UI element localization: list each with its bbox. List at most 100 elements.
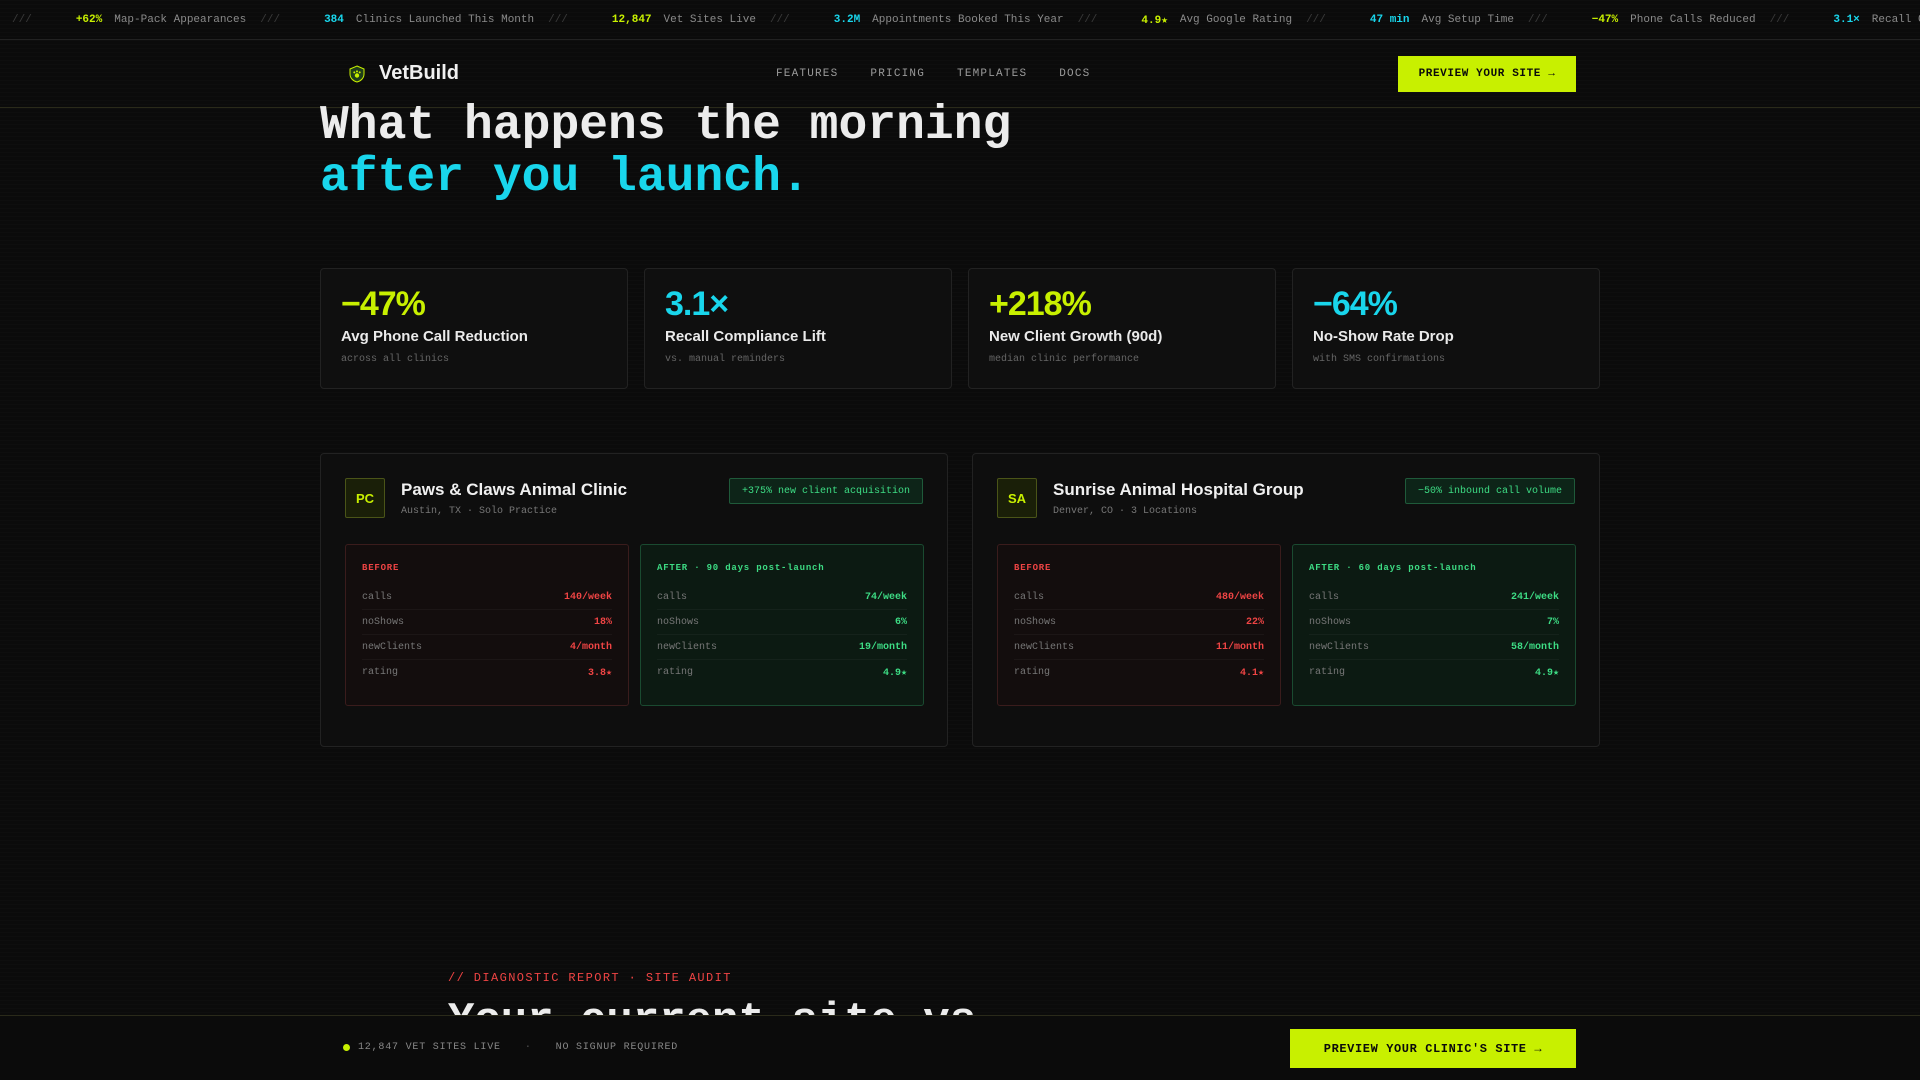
- clinic-location: Denver, CO · 3 Locations: [1053, 506, 1198, 517]
- ticker-label: Avg Google Rating: [1179, 13, 1293, 26]
- nav-link-pricing[interactable]: PRICING: [870, 68, 925, 80]
- metric-name: rating: [1014, 667, 1051, 678]
- brand[interactable]: VetBuild: [349, 62, 459, 85]
- live-status: 12,847 VET SITES LIVE · NO SIGNUP REQUIR…: [343, 1042, 678, 1053]
- ticker-separator: ///: [260, 13, 281, 26]
- result-badge: +375% new client acquisition: [728, 478, 923, 504]
- metric-value: 58/month: [1510, 641, 1559, 653]
- ticker-item: /// 12,847 Vet Sites Live: [548, 14, 770, 26]
- no-signup-text: NO SIGNUP REQUIRED: [555, 1042, 679, 1053]
- nav-link-features[interactable]: FEATURES: [776, 68, 838, 80]
- metric-row: newClients 19/month: [657, 635, 907, 660]
- metric-value: 19/month: [858, 641, 907, 653]
- after-panel: AFTER · 60 days post-launch calls 241/week…: [1292, 544, 1576, 706]
- metric-row: newClients 58/month: [1309, 635, 1559, 660]
- metric-value: 7%: [1546, 616, 1559, 628]
- ticker-separator: ///: [769, 13, 790, 26]
- before-panel-title: BEFORE: [1014, 563, 1052, 573]
- metric-name: noShows: [657, 616, 700, 628]
- metric-name: noShows: [1014, 616, 1057, 628]
- stat-subtitle: vs. manual reminders: [665, 354, 786, 365]
- stat-subtitle: median clinic performance: [989, 354, 1140, 365]
- status-dot-icon: [343, 1044, 350, 1051]
- preview-site-button[interactable]: PREVIEW YOUR SITE →: [1398, 56, 1576, 92]
- metric-row: noShows 6%: [657, 610, 907, 635]
- ticker-separator: ///: [12, 13, 32, 26]
- ticker-label: Vet Sites Live: [663, 13, 756, 26]
- ticker-item: /// 47 min Avg Setup Time: [1306, 14, 1528, 26]
- metric-name: newClients: [657, 641, 718, 653]
- ticker-label: Clinics Launched This Month: [355, 13, 535, 26]
- clinic-name: Sunrise Animal Hospital Group: [1053, 480, 1304, 499]
- ticker-item: /// 3.1× Recall Compliance: [1770, 14, 1920, 26]
- nav-link-templates[interactable]: TEMPLATES: [957, 68, 1027, 80]
- ticker-separator: ///: [1769, 13, 1790, 26]
- ticker-label: Appointments Booked This Year: [872, 13, 1064, 26]
- stat-card: +218% New Client Growth (90d) median clini…: [968, 268, 1276, 389]
- metric-row: calls 140/week: [362, 585, 612, 610]
- metric-value: 3.8★: [587, 667, 612, 679]
- ticker-item: /// +62% Map-Pack Appearances: [12, 14, 260, 26]
- metric-name: rating: [657, 667, 694, 678]
- metric-row: noShows 7%: [1309, 610, 1559, 635]
- stat-subtitle: across all clinics: [341, 354, 450, 365]
- metric-name: noShows: [1309, 616, 1352, 628]
- sticky-bottom-bar: 12,847 VET SITES LIVE · NO SIGNUP REQUIR…: [0, 1015, 1920, 1080]
- ticker-label: Avg Setup Time: [1421, 13, 1514, 26]
- stat-title: New Client Growth (90d): [989, 328, 1163, 345]
- before-panel: BEFORE calls 480/week noShows 22% newClients 1…: [997, 544, 1281, 706]
- result-badge: −50% inbound call volume: [1404, 478, 1575, 504]
- nav-links: FEATURES PRICING TEMPLATES DOCS: [776, 68, 1090, 80]
- ticker-separator: ///: [1306, 13, 1326, 26]
- ticker-label: Phone Calls Reduced: [1630, 13, 1756, 26]
- metric-name: calls: [657, 591, 688, 603]
- metric-row: rating 4.9★: [657, 660, 907, 685]
- after-panel-title: AFTER · 60 days post-launch: [1309, 563, 1477, 573]
- metric-name: calls: [362, 591, 393, 603]
- stat-card: 3.1× Recall Compliance Lift vs. manual rem…: [644, 268, 952, 389]
- stat-value: +218%: [989, 285, 1092, 323]
- ticker-value: +62%: [75, 13, 103, 26]
- metric-name: newClients: [1309, 641, 1370, 653]
- diagnostic-eyebrow: // DIAGNOSTIC REPORT · SITE AUDIT: [448, 971, 732, 985]
- ticker-value: 3.2M: [833, 13, 861, 26]
- hero: What happens the morning after you launc…: [320, 100, 1011, 204]
- metric-row: noShows 22%: [1014, 610, 1264, 635]
- ticker-value: −47%: [1591, 13, 1619, 26]
- stats-ticker: /// +62% Map-Pack Appearances /// 384 Clinics…: [0, 0, 1920, 40]
- metric-value: 6%: [894, 616, 907, 628]
- stat-title: Avg Phone Call Reduction: [341, 328, 528, 345]
- after-panel: AFTER · 90 days post-launch calls 74/week n…: [640, 544, 924, 706]
- stat-card: −64% No-Show Rate Drop with SMS confirmati…: [1292, 268, 1600, 389]
- metric-value: 18%: [593, 616, 612, 628]
- case-studies: PC Paws & Claws Animal Clinic Austin, TX ·…: [320, 453, 1600, 747]
- metric-name: newClients: [1014, 641, 1075, 653]
- ticker-separator: ///: [1077, 13, 1098, 26]
- hero-title-line-2: after you launch.: [320, 151, 810, 205]
- ticker-item: /// 4.9★ Avg Google Rating: [1078, 13, 1306, 27]
- clinic-name: Paws & Claws Animal Clinic: [401, 480, 628, 499]
- after-panel-title: AFTER · 90 days post-launch: [657, 563, 825, 573]
- stat-value: −64%: [1313, 285, 1398, 323]
- brand-name: VetBuild: [379, 62, 460, 84]
- top-nav: VetBuild FEATURES PRICING TEMPLATES DOCS…: [0, 40, 1920, 108]
- ticker-value: 3.1×: [1833, 13, 1860, 26]
- preview-clinic-site-button[interactable]: PREVIEW YOUR CLINIC'S SITE →: [1290, 1029, 1576, 1068]
- ticker-value: 384: [324, 13, 344, 26]
- ticker-item: /// 3.2M Appointments Booked This Year: [770, 14, 1078, 26]
- ticker-separator: ///: [548, 13, 568, 26]
- metric-value: 4/month: [569, 641, 612, 653]
- ticker-item: /// −47% Phone Calls Reduced: [1528, 14, 1770, 26]
- metric-name: newClients: [362, 641, 423, 653]
- ticker-value: 47 min: [1369, 13, 1410, 26]
- metric-value: 241/week: [1510, 591, 1559, 603]
- metric-value: 4.1★: [1239, 667, 1264, 679]
- nav-link-docs[interactable]: DOCS: [1059, 68, 1090, 80]
- ticker-label: Recall Compliance: [1871, 13, 1920, 26]
- stat-value: 3.1×: [665, 285, 729, 323]
- case-study-card: PC Paws & Claws Animal Clinic Austin, TX ·…: [320, 453, 948, 747]
- metric-name: calls: [1309, 591, 1340, 603]
- stat-title: No-Show Rate Drop: [1313, 328, 1454, 345]
- metric-value: 22%: [1245, 616, 1264, 628]
- metric-value: 11/month: [1215, 641, 1264, 653]
